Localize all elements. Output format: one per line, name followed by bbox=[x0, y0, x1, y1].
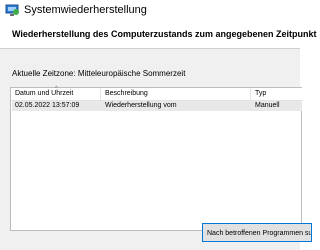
table-row[interactable]: 02.05.2022 13:57:09 Wiederherstellung vo… bbox=[12, 101, 302, 111]
title-bar: Systemwiederherstellung bbox=[0, 0, 300, 22]
column-header-date[interactable]: Datum und Uhrzeit ^ bbox=[11, 86, 101, 100]
page-title: Wiederherstellung des Computerzustands z… bbox=[12, 29, 317, 39]
column-header-type[interactable]: Typ bbox=[251, 88, 303, 100]
window-title: Systemwiederherstellung bbox=[24, 4, 147, 16]
system-restore-icon bbox=[5, 4, 20, 17]
sort-indicator-icon: ^ bbox=[55, 86, 58, 92]
wizard-header: Wiederherstellung des Computerzustands z… bbox=[0, 22, 316, 48]
column-header-description-label: Beschreibung bbox=[105, 90, 148, 97]
row-type: Manuell bbox=[255, 102, 280, 109]
wizard-content: Aktuelle Zeitzone: Mitteleuropäische Som… bbox=[0, 49, 312, 250]
column-header-type-label: Typ bbox=[255, 90, 267, 97]
row-description: Wiederherstellung vom bbox=[105, 102, 177, 109]
column-header-date-label: Datum und Uhrzeit bbox=[15, 90, 74, 97]
timezone-label: Aktuelle Zeitzone: Mitteleuropäische Som… bbox=[12, 69, 186, 78]
row-date: 02.05.2022 13:57:09 bbox=[15, 102, 80, 109]
column-header-description[interactable]: Beschreibung bbox=[101, 88, 251, 100]
list-header: Datum und Uhrzeit ^ Beschreibung Typ bbox=[11, 86, 303, 101]
scan-affected-programs-button[interactable]: Nach betroffenen Programmen suchen bbox=[202, 223, 312, 242]
restore-point-list[interactable]: Datum und Uhrzeit ^ Beschreibung Typ 02.… bbox=[10, 86, 303, 231]
